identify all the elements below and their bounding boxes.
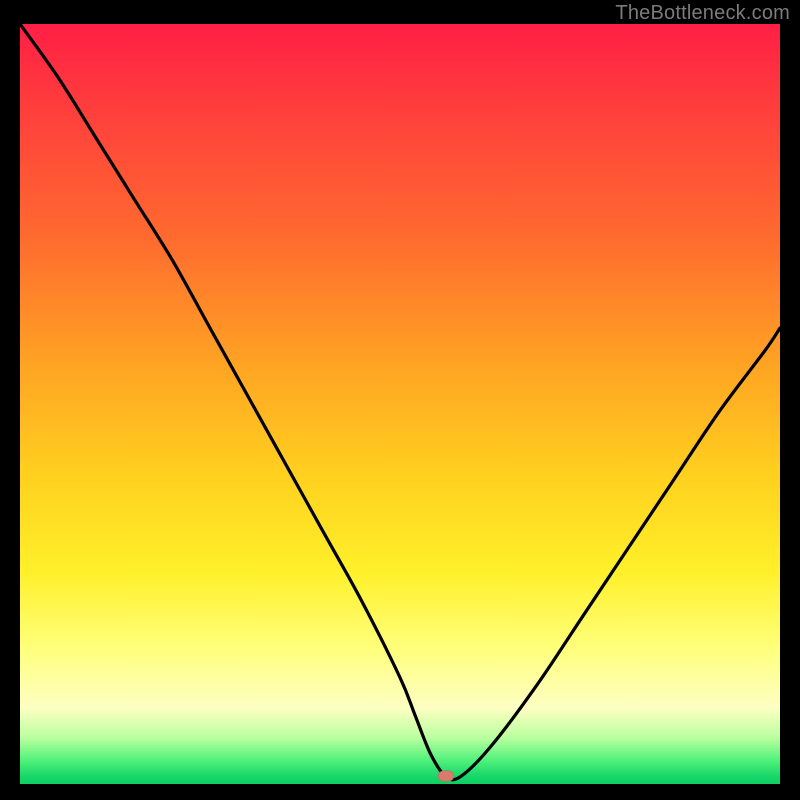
site-watermark: TheBottleneck.com [615,2,790,25]
bottleneck-curve [20,24,780,784]
optimal-point-marker [438,771,454,782]
plot-area [20,24,780,784]
chart-frame: TheBottleneck.com [0,0,800,800]
